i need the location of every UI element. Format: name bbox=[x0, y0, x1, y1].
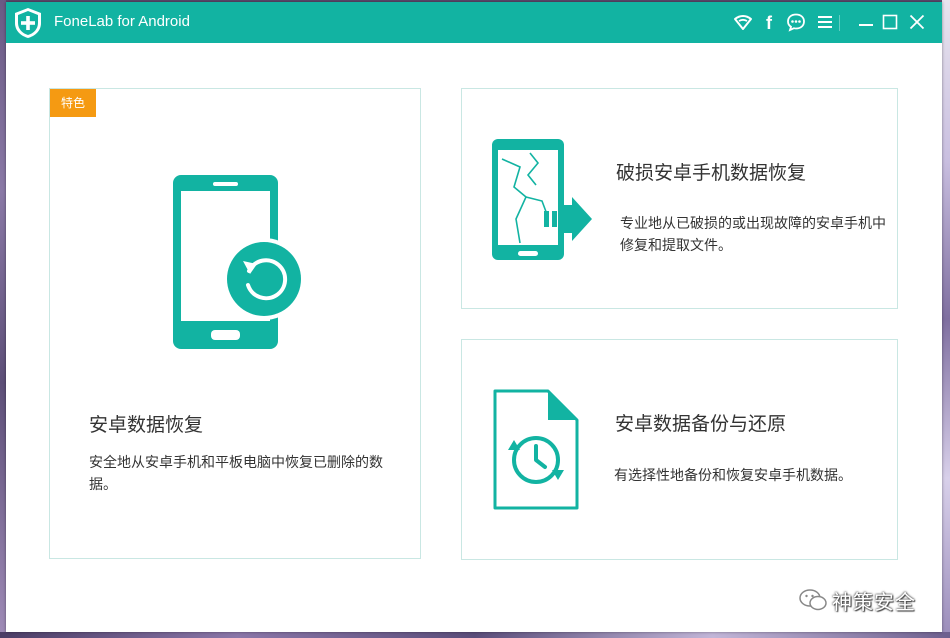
card-description: 安全地从安卓手机和平板电脑中恢复已删除的数据。 bbox=[89, 455, 383, 493]
titlebar-separator bbox=[839, 15, 840, 31]
facebook-glyph: f bbox=[766, 13, 773, 32]
card-title: 安卓数据恢复 bbox=[89, 414, 204, 436]
card-description: 专业地从已破损的或出现故障的安卓手机中修复和提取文件。 bbox=[620, 216, 886, 254]
menu-icon[interactable] bbox=[815, 12, 835, 32]
close-icon[interactable] bbox=[907, 12, 927, 32]
desktop-background-bottom bbox=[0, 632, 950, 638]
file-clock-icon bbox=[493, 389, 579, 510]
maximize-icon[interactable] bbox=[880, 12, 900, 32]
wechat-icon bbox=[799, 589, 827, 611]
broken-android-recovery-card[interactable]: 破损安卓手机数据恢复 专业地从已破损的或出现故障的安卓手机中修复和提取文件。 bbox=[461, 88, 898, 309]
app-logo-icon bbox=[15, 8, 41, 38]
card-title: 破损安卓手机数据恢复 bbox=[616, 162, 807, 184]
chat-icon[interactable] bbox=[786, 12, 806, 32]
desktop-background-right bbox=[942, 0, 950, 638]
android-backup-restore-card[interactable]: 安卓数据备份与还原 有选择性地备份和恢复安卓手机数据。 bbox=[461, 339, 898, 560]
card-description: 有选择性地备份和恢复安卓手机数据。 bbox=[614, 468, 852, 484]
broken-phone-icon bbox=[492, 139, 592, 260]
featured-badge: 特色 bbox=[50, 89, 96, 117]
phone-restore-icon bbox=[173, 175, 305, 349]
app-title: FoneLab for Android bbox=[54, 13, 190, 30]
wifi-icon[interactable] bbox=[733, 12, 753, 32]
watermark-text: 神策安全 bbox=[832, 589, 916, 614]
watermark: 神策安全 bbox=[798, 585, 916, 615]
card-title: 安卓数据备份与还原 bbox=[615, 413, 787, 435]
title-bar[interactable]: FoneLab for Android f bbox=[6, 2, 942, 43]
android-data-recovery-card[interactable]: 特色 安卓数据恢复 安全地从安卓手机和平板电脑中恢复已删除的数据。 bbox=[49, 88, 421, 559]
minimize-icon[interactable] bbox=[856, 12, 876, 32]
app-window: FoneLab for Android f 特色 安卓数据恢复 安全地从安卓手机… bbox=[6, 2, 942, 632]
facebook-icon[interactable]: f bbox=[760, 12, 780, 32]
